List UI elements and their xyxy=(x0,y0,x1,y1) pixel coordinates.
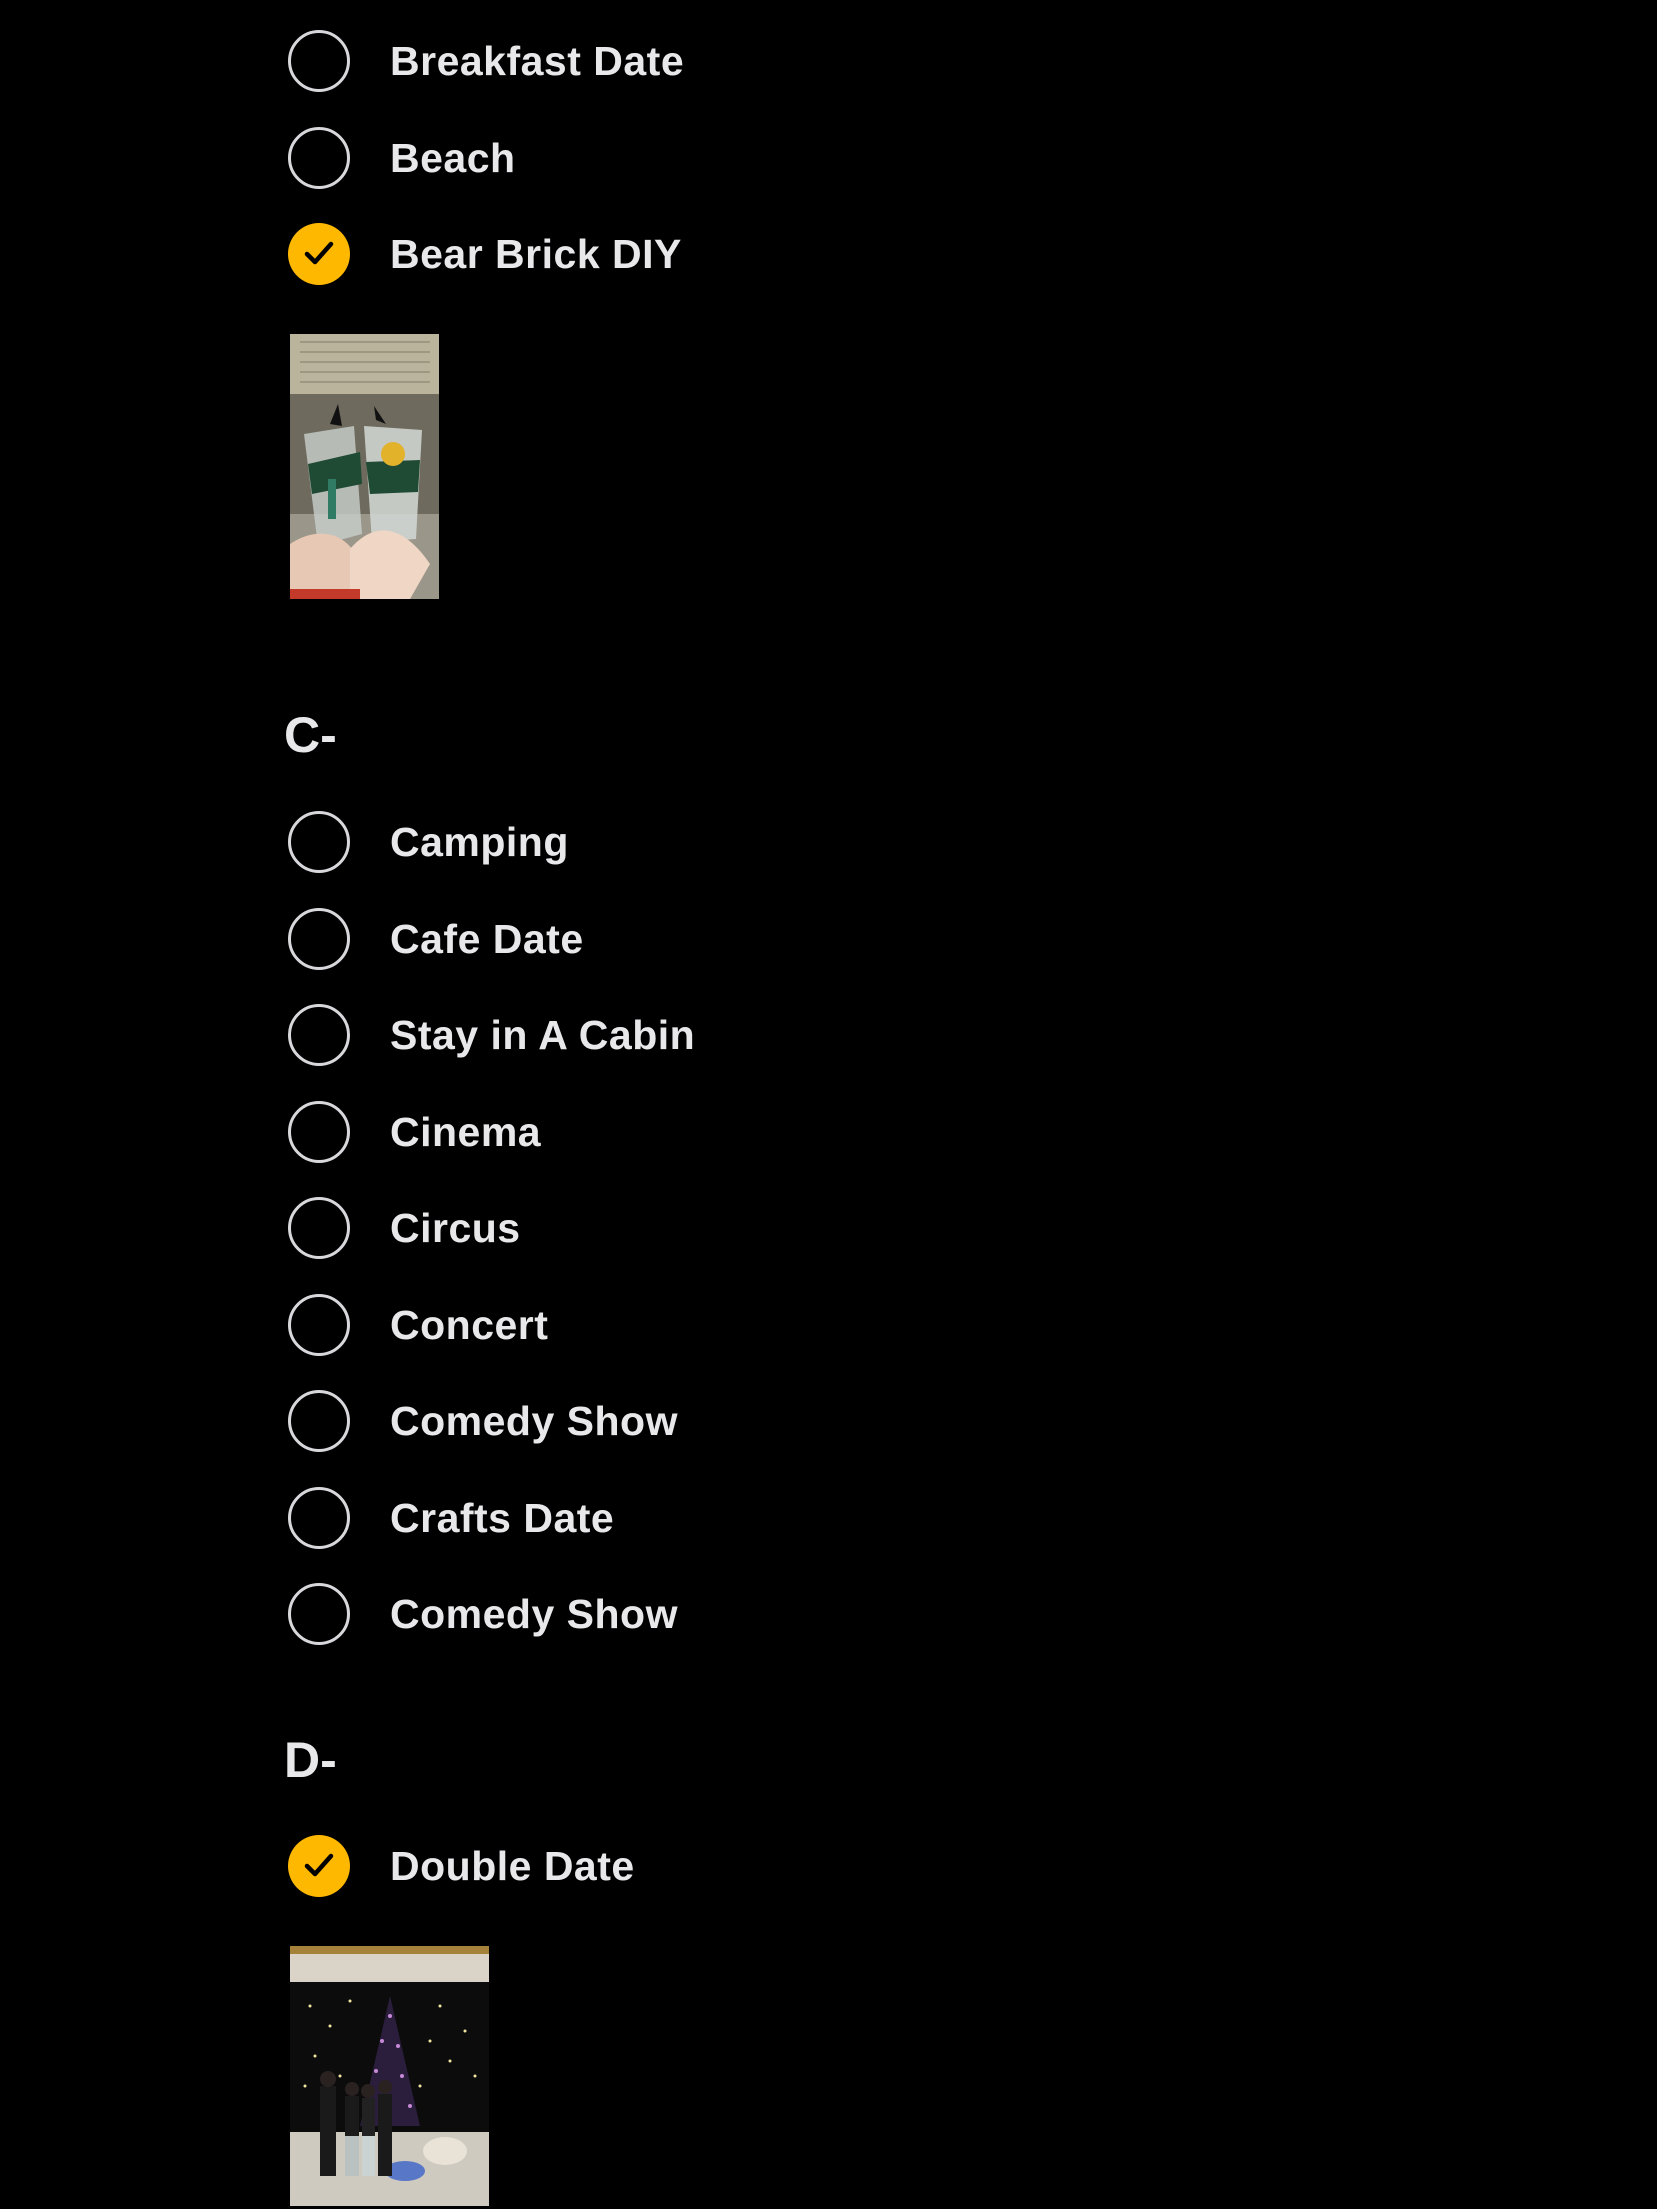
checkbox-circle[interactable] xyxy=(288,908,350,970)
checklist-item-cinema[interactable]: Cinema xyxy=(288,1099,541,1165)
item-label: Comedy Show xyxy=(390,1397,678,1444)
checkbox-circle[interactable] xyxy=(288,30,350,92)
bear-brick-photo[interactable] xyxy=(290,334,439,599)
item-label: Crafts Date xyxy=(390,1494,615,1541)
item-label: Beach xyxy=(390,134,516,181)
checkmark-icon xyxy=(304,241,334,265)
checklist-item-concert[interactable]: Concert xyxy=(288,1292,548,1358)
item-label: Stay in A Cabin xyxy=(390,1011,696,1058)
checkbox-circle[interactable] xyxy=(288,127,350,189)
checkbox-circle[interactable] xyxy=(288,1294,350,1356)
checklist-item-bear-brick-diy[interactable]: Bear Brick DIY xyxy=(288,221,682,287)
checkmark-icon xyxy=(304,1853,334,1877)
checkbox-circle[interactable] xyxy=(288,1101,350,1163)
item-label: Double Date xyxy=(390,1842,635,1889)
checklist-item-stay-in-a-cabin[interactable]: Stay in A Cabin xyxy=(288,1002,695,1068)
checkbox-circle-checked[interactable] xyxy=(288,1835,350,1897)
checkbox-circle[interactable] xyxy=(288,1583,350,1645)
double-date-photo[interactable] xyxy=(290,1946,489,2206)
checkbox-circle[interactable] xyxy=(288,1197,350,1259)
checkbox-circle-checked[interactable] xyxy=(288,223,350,285)
item-label: Camping xyxy=(390,818,569,865)
section-heading-d: D- xyxy=(284,1732,337,1788)
checklist-item-breakfast-date[interactable]: Breakfast Date xyxy=(288,28,684,94)
checkbox-circle[interactable] xyxy=(288,1390,350,1452)
item-label: Concert xyxy=(390,1301,549,1348)
checklist-item-camping[interactable]: Camping xyxy=(288,809,569,875)
section-heading-c: C- xyxy=(284,707,337,763)
checklist-item-crafts-date[interactable]: Crafts Date xyxy=(288,1485,614,1551)
checkbox-circle[interactable] xyxy=(288,1004,350,1066)
checklist-item-double-date[interactable]: Double Date xyxy=(288,1833,635,1899)
checkbox-circle[interactable] xyxy=(288,811,350,873)
item-label: Cinema xyxy=(390,1108,542,1155)
item-label: Comedy Show xyxy=(390,1590,678,1637)
checkbox-circle[interactable] xyxy=(288,1487,350,1549)
checklist-item-circus[interactable]: Circus xyxy=(288,1195,521,1261)
item-label: Circus xyxy=(390,1204,521,1251)
item-label: Cafe Date xyxy=(390,915,584,962)
checklist-item-cafe-date[interactable]: Cafe Date xyxy=(288,906,584,972)
checklist-item-comedy-show-2[interactable]: Comedy Show xyxy=(288,1581,678,1647)
item-label: Breakfast Date xyxy=(390,37,685,84)
item-label: Bear Brick DIY xyxy=(390,230,682,277)
checklist-item-comedy-show[interactable]: Comedy Show xyxy=(288,1388,678,1454)
checklist-item-beach[interactable]: Beach xyxy=(288,125,516,191)
